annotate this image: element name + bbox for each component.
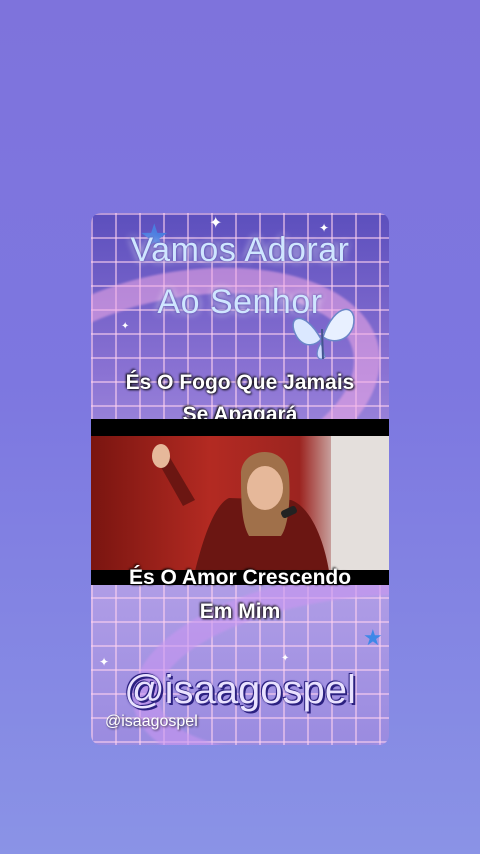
handle-watermark-large: @isaagospel: [124, 668, 356, 712]
sparkle-icon: ✦: [281, 653, 290, 664]
lyric-2-line-2: Em Mim: [199, 600, 281, 623]
sparkle-icon: ✦: [209, 215, 223, 232]
singer-figure: [152, 436, 389, 571]
lyric-1-line-1: És O Fogo Que Jamais: [125, 371, 355, 394]
sparkle-icon: ✦: [99, 655, 110, 669]
sparkle-icon: ✦: [121, 321, 130, 332]
title-line-1: Vamos Adorar: [130, 231, 350, 269]
screen: { "card": { "title_line1": "Vamos Adorar…: [0, 0, 480, 854]
lyric-2-line-1: És O Amor Crescendo: [128, 566, 352, 589]
separator-bar: [91, 419, 389, 436]
singer-photo: [91, 436, 389, 571]
butterfly-icon: [292, 308, 355, 360]
star-icon: ★: [363, 625, 383, 650]
story-card[interactable]: ★ ✦ ✦ ✦ ★ ✦ ✦ Vamos Adorar Ao Senhor És …: [91, 213, 389, 745]
handle-watermark-small: @isaagospel: [105, 713, 198, 730]
